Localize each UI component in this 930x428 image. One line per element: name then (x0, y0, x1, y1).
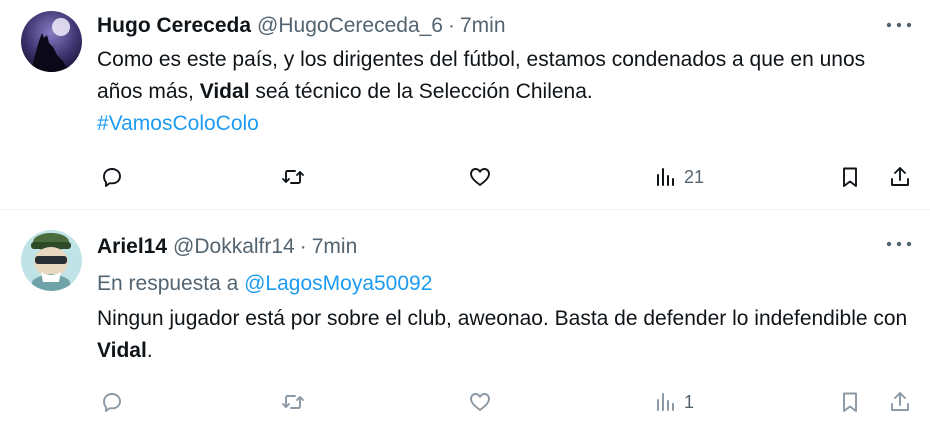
share-button[interactable] (888, 160, 912, 194)
heart-icon (470, 168, 490, 186)
retweet-icon (282, 170, 304, 184)
reply-icon (103, 168, 121, 187)
share-icon (891, 167, 909, 186)
views-count: 1 (684, 391, 695, 412)
more-horizontal-icon (886, 22, 912, 28)
tweet-actions: 1 (97, 385, 916, 419)
display-name[interactable]: Hugo Cereceda (97, 14, 251, 38)
share-icon (891, 392, 909, 411)
like-button[interactable] (468, 385, 492, 419)
hashtag-link[interactable]: #VamosColoColo (97, 108, 910, 140)
tweet-text-segment: Ningun jugador está por sobre el club, a… (97, 307, 908, 330)
share-button[interactable] (888, 385, 912, 419)
like-button[interactable] (468, 160, 492, 194)
avatar[interactable] (21, 11, 82, 72)
timestamp[interactable]: 7min (312, 235, 358, 259)
reply-icon (103, 393, 121, 412)
more-options-button[interactable] (884, 232, 914, 256)
bookmark-button[interactable] (838, 385, 862, 419)
views-chart-icon (657, 168, 674, 186)
views-chart-icon (657, 393, 674, 411)
tweet-text-highlight: Vidal (97, 339, 147, 362)
reply-button[interactable] (100, 385, 124, 419)
tweet-text: Ningun jugador está por sobre el club, a… (97, 303, 910, 367)
tweet[interactable]: Hugo Cereceda @HugoCereceda_6 · 7min Com… (0, 0, 930, 210)
timestamp[interactable]: 7min (460, 14, 506, 38)
tweet-text-segment: . (146, 339, 153, 362)
tweet-actions: 21 (97, 160, 916, 194)
retweet-icon (282, 395, 304, 409)
tweet[interactable]: Ariel14 @Dokkalfr14 · 7min En respuesta … (0, 211, 930, 428)
tweet-text-highlight: Vidal (199, 80, 250, 103)
more-horizontal-icon (886, 241, 912, 247)
reply-mention-link[interactable]: @LagosMoya50092 (244, 272, 432, 295)
bookmark-icon (843, 392, 857, 412)
tweet-text-segment: seá técnico de la Selección Chilena. (249, 80, 593, 103)
views-button[interactable]: 21 (654, 160, 704, 194)
views-button[interactable]: 1 (654, 385, 694, 419)
views-count: 21 (684, 166, 705, 187)
user-handle[interactable]: @Dokkalfr14 (173, 235, 295, 259)
tweet-text: Como es este país, y los dirigentes del … (97, 44, 910, 140)
retweet-button[interactable] (281, 385, 305, 419)
bookmark-icon (843, 167, 857, 187)
display-name[interactable]: Ariel14 (97, 235, 167, 259)
heart-icon (470, 393, 490, 411)
separator-dot: · (299, 235, 307, 258)
reply-context: En respuesta a @LagosMoya50092 (97, 267, 910, 301)
more-options-button[interactable] (884, 13, 914, 37)
separator-dot: · (447, 14, 455, 37)
avatar[interactable] (21, 230, 82, 291)
bookmark-button[interactable] (838, 160, 862, 194)
reply-button[interactable] (100, 160, 124, 194)
retweet-button[interactable] (281, 160, 305, 194)
reply-label: En respuesta a (97, 272, 239, 295)
user-handle[interactable]: @HugoCereceda_6 (257, 14, 443, 38)
